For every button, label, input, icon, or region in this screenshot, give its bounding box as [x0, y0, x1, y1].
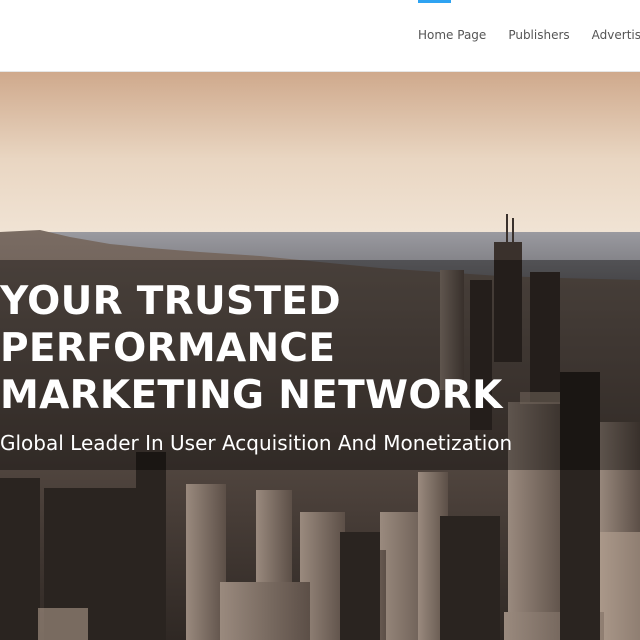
active-nav-indicator — [418, 0, 451, 3]
hero-subtitle: Global Leader In User Acquisition And Mo… — [0, 431, 513, 455]
main-nav: Home Page Publishers Advertisers — [418, 27, 640, 43]
nav-item-advertisers[interactable]: Advertisers — [592, 27, 640, 43]
nav-item-publishers[interactable]: Publishers — [508, 27, 569, 43]
site-header: Home Page Publishers Advertisers — [0, 0, 640, 72]
hero-section: YOUR TRUSTED PERFORMANCE MARKETING NETWO… — [0, 72, 640, 640]
nav-item-home-page[interactable]: Home Page — [418, 27, 486, 43]
hero-title-line: YOUR TRUSTED — [0, 279, 341, 324]
hero-title-line: MARKETING NETWORK — [0, 373, 503, 418]
hero-title: YOUR TRUSTED PERFORMANCE MARKETING NETWO… — [0, 278, 640, 419]
hero-title-line: PERFORMANCE — [0, 326, 336, 371]
